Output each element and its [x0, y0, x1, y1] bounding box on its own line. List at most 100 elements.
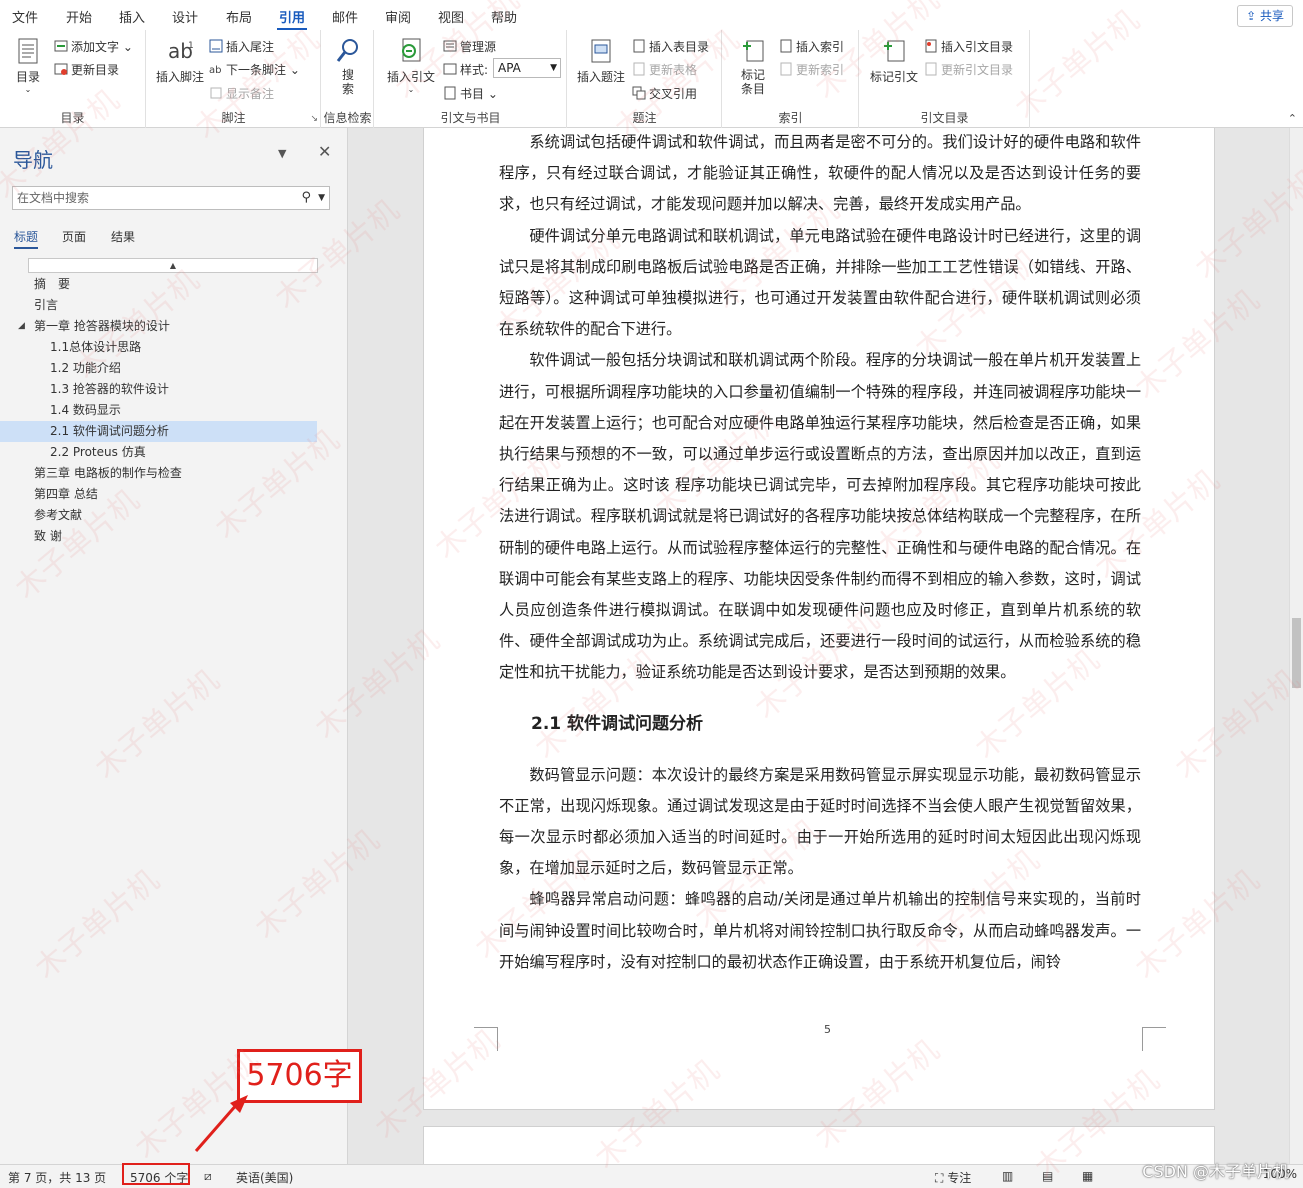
word-count-callout: 5706字: [237, 1049, 362, 1103]
navigation-pane: 导航 ▼ ✕ 在文档中搜索 ⚲ ▼ 标题 页面 结果 ▲ 摘 要引言 ◢ 第一章 抢…: [0, 128, 348, 1164]
web-layout-icon[interactable]: ▦: [1082, 1169, 1093, 1183]
show-notes-icon: [210, 87, 222, 99]
show-notes-button[interactable]: 显示备注: [209, 85, 274, 102]
manage-sources-button[interactable]: 管理源: [443, 38, 496, 55]
expand-caret-icon[interactable]: ◢: [18, 316, 25, 337]
insert-footnote-button[interactable]: ab 1 插入脚注: [153, 36, 207, 85]
nav-heading-label: 2.1 软件调试问题分析: [50, 424, 169, 438]
paragraph: 系统调试包括硬件调试和软件调试，而且两者是密不可分的。我们设计好的硬件电路和软件…: [499, 133, 1141, 214]
tab-insert[interactable]: 插入: [119, 7, 145, 26]
nav-heading-item[interactable]: 2.2 Proteus 仿真: [0, 442, 348, 463]
update-table-label: 更新表格: [649, 63, 698, 77]
search-label: 搜索: [341, 68, 354, 96]
group-citations: 插入引文 ⌄ 管理源 样式: APA ▼ 书目 ⌄ 引文与书目: [375, 30, 567, 128]
document-area: 系统调试包括硬件调试和软件调试，而且两者是密不可分的。我们设计好的硬件电路和软件…: [349, 128, 1289, 1164]
nav-tab-headings[interactable]: 标题: [14, 228, 39, 249]
style-label-row: 样式:: [443, 61, 488, 78]
nav-heading-item[interactable]: 1.3 抢答器的软件设计: [0, 379, 348, 400]
update-table-button[interactable]: 更新表格: [632, 61, 697, 78]
proofing-icon[interactable]: ⧄: [204, 1169, 212, 1184]
toc-icon: [18, 38, 38, 64]
nav-tab-results[interactable]: 结果: [111, 228, 135, 245]
insert-citation-button[interactable]: 插入引文 ⌄: [383, 36, 439, 94]
insert-toa-button[interactable]: 插入引文目录: [924, 38, 1013, 55]
mark-citation-label: 标记引文: [869, 70, 918, 84]
next-footnote-button[interactable]: ab 下一条脚注 ⌄: [209, 61, 300, 78]
insert-index-label: 插入索引: [796, 40, 845, 54]
nav-tab-pages[interactable]: 页面: [62, 228, 86, 245]
tab-design[interactable]: 设计: [172, 7, 198, 26]
word-count-highlight-box: [122, 1163, 190, 1185]
read-mode-icon[interactable]: ▥: [1002, 1169, 1013, 1183]
tab-review[interactable]: 审阅: [385, 7, 411, 26]
toc-button[interactable]: 目录 ⌄: [8, 36, 48, 94]
update-toa-button[interactable]: 更新引文目录: [924, 61, 1013, 78]
tab-file[interactable]: 文件: [12, 7, 38, 26]
collapse-ribbon-icon[interactable]: ⌃: [1288, 112, 1297, 125]
next-footnote-icon: ab: [209, 65, 221, 76]
svg-text:ab: ab: [209, 65, 221, 76]
nav-heading-item[interactable]: 第三章 电路板的制作与检查: [0, 463, 348, 484]
insert-tof-label: 插入表目录: [649, 40, 710, 54]
style-value: APA: [498, 61, 521, 75]
group-research: 搜索 信息检索: [322, 30, 374, 128]
insert-endnote-button[interactable]: 插入尾注: [209, 38, 274, 55]
insert-index-icon: [780, 39, 792, 53]
nav-heading-item[interactable]: 1.4 数码显示: [0, 400, 348, 421]
page-count-status[interactable]: 第 7 页，共 13 页: [8, 1169, 106, 1186]
search-icon[interactable]: ⚲: [301, 187, 311, 209]
print-layout-icon[interactable]: ▤: [1042, 1169, 1053, 1183]
nav-heading-item[interactable]: 参考文献: [0, 505, 348, 526]
update-index-button[interactable]: 更新索引: [779, 61, 844, 78]
group-toc: 目录 ⌄ 添加文字 ⌄ 更新目录 目录: [0, 30, 146, 128]
nav-heading-item[interactable]: 引言: [0, 295, 348, 316]
tab-home[interactable]: 开始: [66, 7, 92, 26]
mark-entry-button[interactable]: 标记条目: [731, 36, 775, 96]
nav-heading-item[interactable]: 1.2 功能介绍: [0, 358, 348, 379]
callout-arrow-icon: [194, 1095, 248, 1152]
footnote-dialog-launcher-icon[interactable]: ↘: [310, 114, 318, 124]
share-button[interactable]: ⇪ 共享: [1237, 5, 1293, 27]
document-body[interactable]: 系统调试包括硬件调试和软件调试，而且两者是密不可分的。我们设计好的硬件电路和软件…: [499, 128, 1141, 978]
add-text-button[interactable]: 添加文字 ⌄: [54, 38, 133, 55]
tab-references[interactable]: 引用: [276, 7, 308, 31]
focus-button[interactable]: ⛶ 专注: [935, 1169, 971, 1186]
search-button[interactable]: 搜索: [328, 36, 368, 96]
group-index: 标记条目 插入索引 更新索引 索引: [723, 30, 859, 128]
style-dropdown[interactable]: APA ▼: [493, 58, 561, 78]
bibliography-label: 书目: [460, 87, 485, 101]
nav-scroll-up-button[interactable]: ▲: [28, 258, 318, 273]
update-toc-button[interactable]: 更新目录: [54, 61, 119, 78]
tab-view[interactable]: 视图: [438, 7, 464, 26]
insert-tof-button[interactable]: 插入表目录: [632, 38, 709, 55]
language-status[interactable]: 英语(美国): [236, 1169, 293, 1186]
tab-layout[interactable]: 布局: [226, 7, 252, 26]
nav-heading-item[interactable]: 致 谢: [0, 526, 348, 547]
bibliography-button[interactable]: 书目 ⌄: [443, 85, 498, 102]
nav-heading-item[interactable]: ◢ 第一章 抢答器模块的设计: [0, 316, 348, 337]
nav-options-icon[interactable]: ▼: [278, 147, 286, 160]
nav-heading-item[interactable]: 第四章 总结: [0, 484, 348, 505]
cross-reference-button[interactable]: 交叉引用: [632, 85, 697, 102]
close-icon[interactable]: ✕: [318, 142, 331, 161]
update-toc-icon: [54, 63, 68, 75]
share-label: 共享: [1259, 9, 1284, 23]
nav-heading-label: 第一章 抢答器模块的设计: [34, 319, 170, 333]
insert-index-button[interactable]: 插入索引: [779, 38, 844, 55]
chevron-down-icon[interactable]: ▼: [318, 187, 325, 209]
nav-heading-item[interactable]: 2.1 软件调试问题分析: [0, 421, 317, 442]
tab-help[interactable]: 帮助: [491, 7, 517, 26]
nav-search-input[interactable]: 在文档中搜索 ⚲ ▼: [12, 186, 330, 210]
crop-mark: [474, 1027, 498, 1051]
insert-caption-button[interactable]: 插入题注: [576, 36, 626, 85]
vertical-scrollbar[interactable]: [1289, 128, 1303, 1164]
scrollbar-thumb[interactable]: [1292, 618, 1301, 688]
manage-sources-label: 管理源: [460, 40, 497, 54]
manage-sources-icon: [443, 40, 457, 52]
mark-citation-button[interactable]: 标记引文: [868, 36, 920, 85]
group-captions: 插入题注 插入表目录 更新表格 交叉引用 题注: [568, 30, 722, 128]
nav-heading-item[interactable]: 1.1总体设计思路: [0, 337, 348, 358]
endnote-icon: [209, 39, 223, 53]
tab-mailings[interactable]: 邮件: [332, 7, 358, 26]
nav-heading-item[interactable]: 摘 要: [0, 274, 348, 295]
